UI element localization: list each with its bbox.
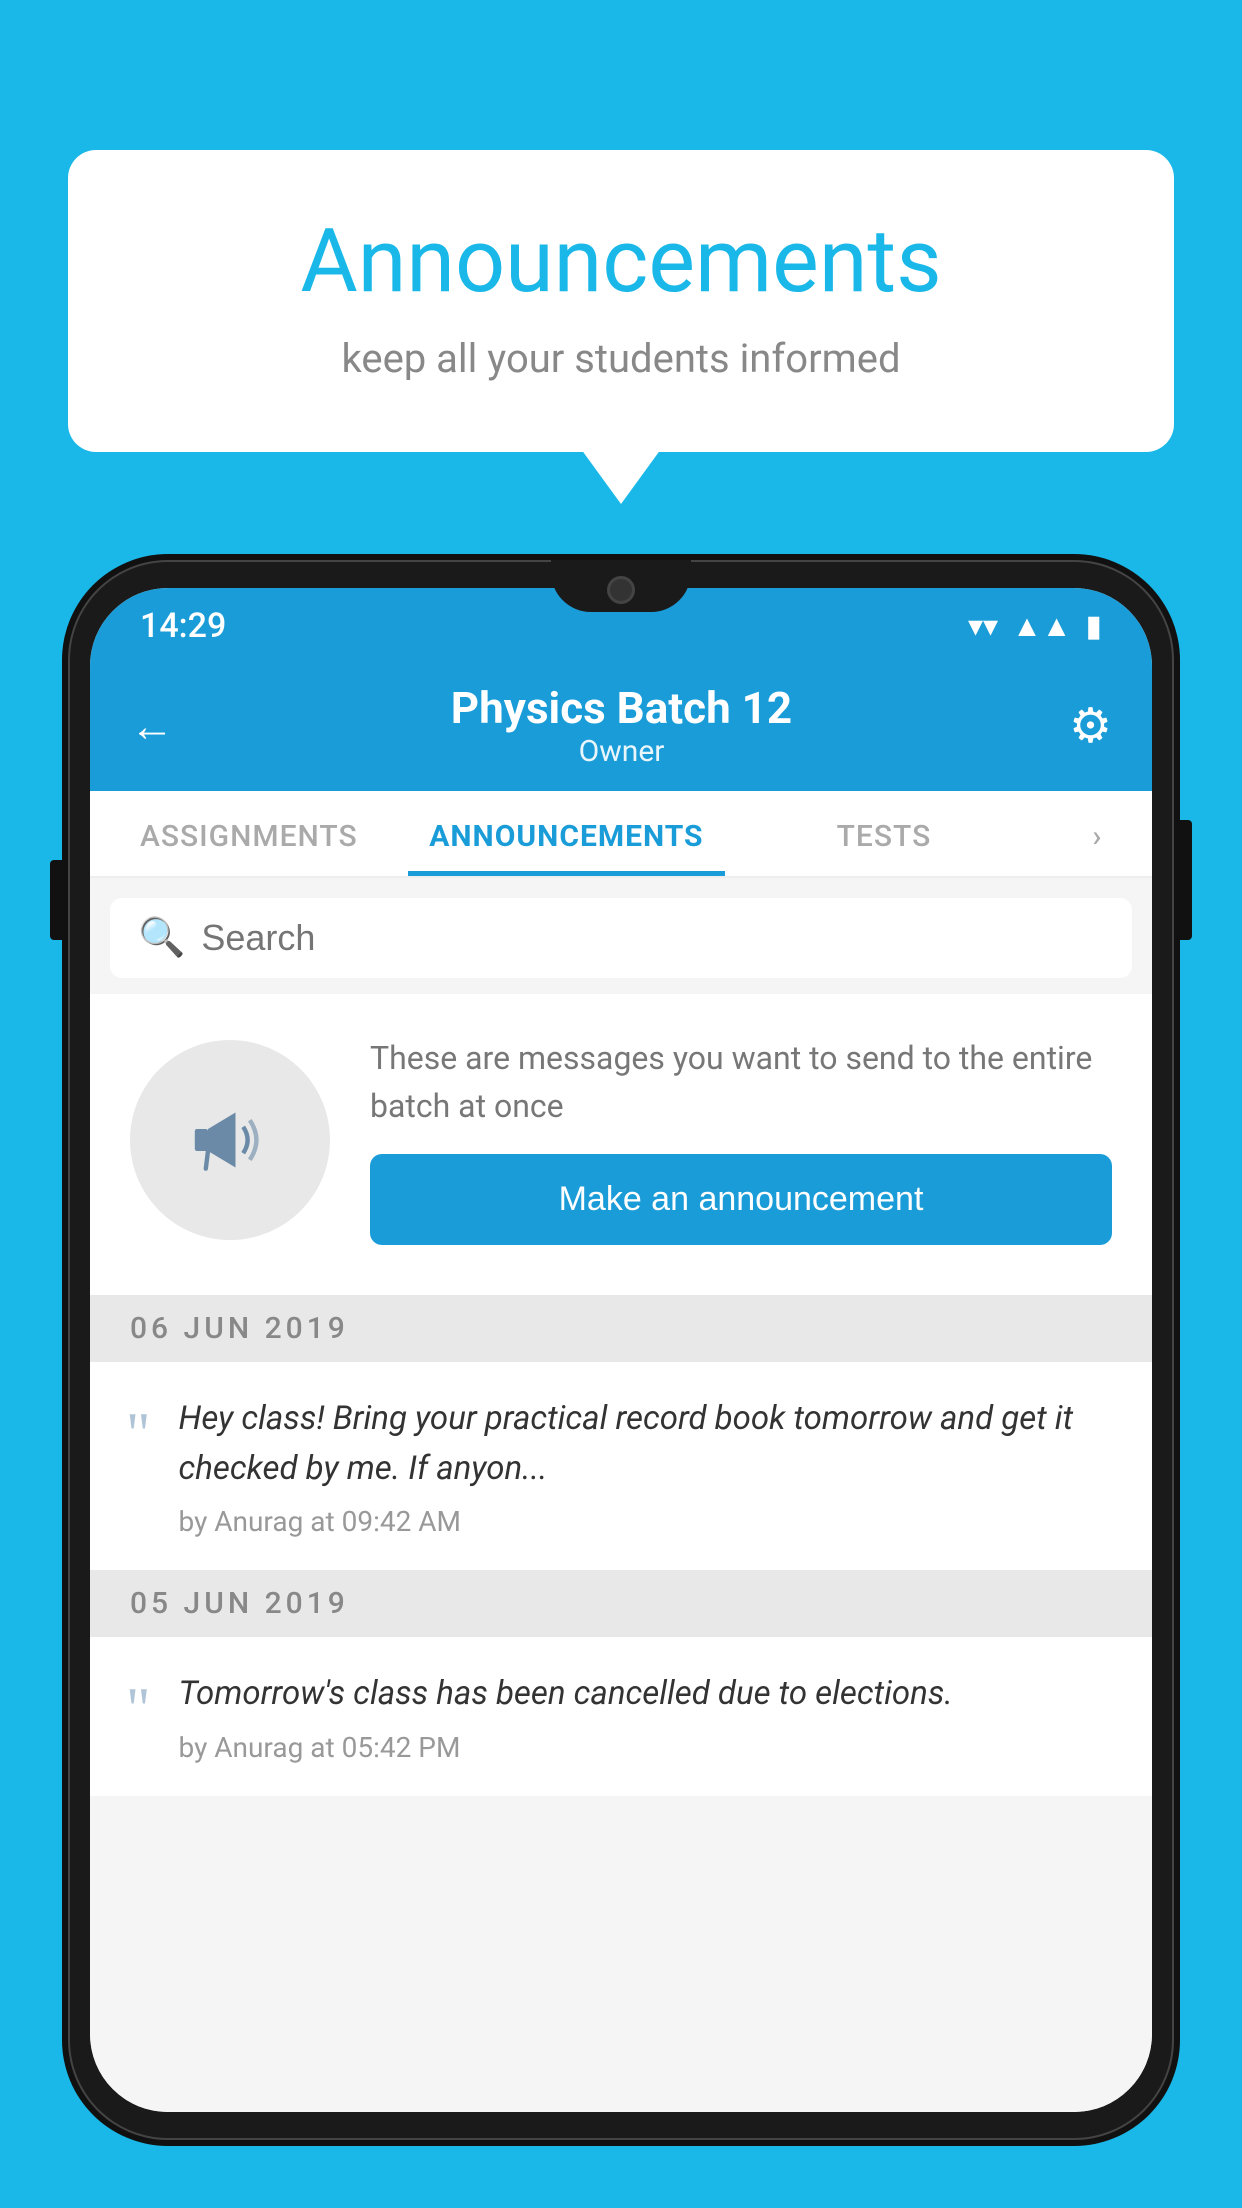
announcement-description: These are messages you want to send to t… — [370, 1034, 1112, 1130]
header-title-group: Physics Batch 12 Owner — [451, 682, 792, 769]
megaphone-icon — [175, 1085, 285, 1195]
owner-subtitle: Owner — [451, 734, 792, 769]
tabs-bar: ASSIGNMENTS ANNOUNCEMENTS TESTS › — [90, 791, 1152, 878]
speech-bubble-container: Announcements keep all your students inf… — [68, 150, 1174, 452]
search-icon: 🔍 — [138, 916, 185, 960]
announcement-meta-2: by Anurag at 05:42 PM — [179, 1731, 1117, 1764]
announcement-item-1: " Hey class! Bring your practical record… — [90, 1362, 1152, 1570]
bubble-title: Announcements — [148, 210, 1094, 313]
announcement-meta-1: by Anurag at 09:42 AM — [179, 1505, 1117, 1538]
announcement-text-2: Tomorrow's class has been cancelled due … — [179, 1669, 1117, 1719]
announcement-item-2: " Tomorrow's class has been cancelled du… — [90, 1637, 1152, 1796]
phone-screen: 14:29 ▾▾ ▲▲ ▮ ← Physics Batch 12 Owner ⚙ — [90, 588, 1152, 2112]
content-area: 🔍 — [90, 878, 1152, 2112]
phone-outer: 14:29 ▾▾ ▲▲ ▮ ← Physics Batch 12 Owner ⚙ — [68, 560, 1174, 2140]
back-button[interactable]: ← — [130, 700, 174, 752]
phone-notch — [551, 560, 691, 612]
announcement-text-1: Hey class! Bring your practical record b… — [179, 1394, 1117, 1493]
signal-icon: ▲▲ — [1012, 609, 1071, 644]
quote-icon-1: " — [126, 1404, 151, 1464]
quote-icon-2: " — [126, 1679, 151, 1739]
status-icons: ▾▾ ▲▲ ▮ — [968, 609, 1102, 644]
bubble-subtitle: keep all your students informed — [148, 335, 1094, 382]
announcement-text-area-1: Hey class! Bring your practical record b… — [179, 1394, 1117, 1538]
announcement-prompt: These are messages you want to send to t… — [90, 994, 1152, 1295]
settings-icon[interactable]: ⚙ — [1069, 697, 1112, 754]
tab-tests[interactable]: TESTS — [725, 791, 1043, 876]
search-container: 🔍 — [110, 898, 1132, 978]
date-divider-2: 05 JUN 2019 — [90, 1570, 1152, 1637]
date-divider-1: 06 JUN 2019 — [90, 1295, 1152, 1362]
batch-title: Physics Batch 12 — [451, 682, 792, 734]
announcement-icon-circle — [130, 1040, 330, 1240]
announcement-text-area-2: Tomorrow's class has been cancelled due … — [179, 1669, 1117, 1764]
wifi-icon: ▾▾ — [968, 609, 998, 644]
make-announcement-button[interactable]: Make an announcement — [370, 1154, 1112, 1245]
notch-camera — [607, 576, 635, 604]
status-time: 14:29 — [140, 606, 226, 646]
tab-more[interactable]: › — [1043, 791, 1152, 876]
tab-announcements[interactable]: ANNOUNCEMENTS — [408, 791, 726, 876]
speech-bubble: Announcements keep all your students inf… — [68, 150, 1174, 452]
phone-wrapper: 14:29 ▾▾ ▲▲ ▮ ← Physics Batch 12 Owner ⚙ — [68, 560, 1174, 2208]
tab-assignments[interactable]: ASSIGNMENTS — [90, 791, 408, 876]
battery-icon: ▮ — [1085, 609, 1102, 644]
search-input[interactable] — [201, 917, 1104, 959]
app-header: ← Physics Batch 12 Owner ⚙ — [90, 660, 1152, 791]
announcement-right-panel: These are messages you want to send to t… — [370, 1034, 1112, 1245]
